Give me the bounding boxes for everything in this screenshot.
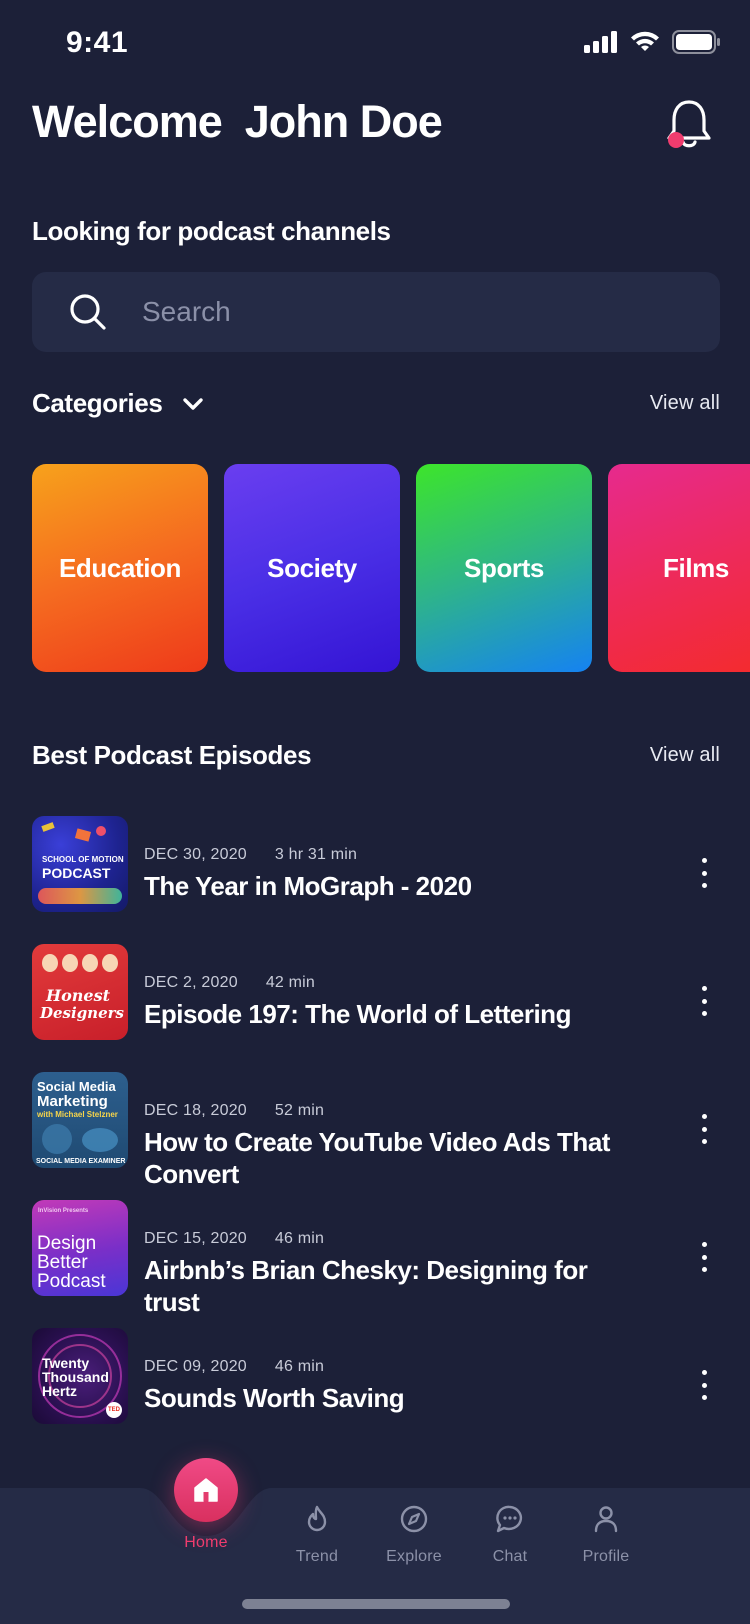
more-options-icon[interactable] bbox=[696, 858, 712, 888]
wifi-icon bbox=[631, 31, 659, 51]
flame-icon bbox=[307, 1505, 327, 1532]
category-card-society[interactable]: Society bbox=[224, 464, 400, 672]
signal-icon bbox=[584, 31, 617, 53]
category-card-education[interactable]: Education bbox=[32, 464, 208, 672]
episode-title: The Year in MoGraph - 2020 bbox=[144, 871, 472, 901]
episode-date: DEC 09, 2020 bbox=[144, 1358, 247, 1375]
episode-duration: 46 min bbox=[274, 1358, 325, 1375]
more-options-icon[interactable] bbox=[696, 1370, 712, 1400]
episode-thumbnail: Social Media Marketing with Michael Stel… bbox=[32, 1072, 128, 1168]
tab-trend[interactable]: Trend bbox=[272, 1504, 362, 1566]
episode-date: DEC 30, 2020 bbox=[144, 846, 247, 863]
notifications-button[interactable] bbox=[664, 98, 714, 152]
categories-header: Categories View all bbox=[32, 388, 720, 428]
status-icons bbox=[584, 30, 720, 54]
welcome-title: Welcome John Doe bbox=[32, 96, 443, 147]
header: Welcome John Doe bbox=[32, 92, 718, 162]
tab-explore-label: Explore bbox=[386, 1548, 442, 1565]
list-item[interactable]: Twenty Thousand Hertz TED DEC 09, 2020 4… bbox=[32, 1328, 722, 1424]
status-time: 9:41 bbox=[66, 26, 129, 59]
episode-duration: 46 min bbox=[274, 1230, 325, 1247]
list-item[interactable]: InVision Presents Design Better Podcast … bbox=[32, 1200, 722, 1318]
more-options-icon[interactable] bbox=[696, 1242, 712, 1272]
chat-icon bbox=[496, 1505, 523, 1533]
list-item[interactable]: SCHOOL OF MOTION PODCAST DEC 30, 2020 3 … bbox=[32, 816, 722, 912]
search-bar[interactable] bbox=[32, 272, 720, 352]
more-options-icon[interactable] bbox=[696, 986, 712, 1016]
episodes-title: Best Podcast Episodes bbox=[32, 740, 312, 770]
episode-duration: 52 min bbox=[274, 1102, 325, 1119]
tab-home-button[interactable] bbox=[174, 1458, 238, 1522]
episode-duration: 42 min bbox=[265, 974, 316, 991]
list-item[interactable]: Honest Designers DEC 2, 2020 42 min Epis… bbox=[32, 944, 722, 1040]
episode-title: Sounds Worth Saving bbox=[144, 1383, 405, 1413]
search-icon bbox=[70, 294, 106, 330]
episode-thumbnail: Honest Designers bbox=[32, 944, 128, 1040]
tab-profile[interactable]: Profile bbox=[561, 1504, 651, 1566]
episode-duration: 3 hr 31 min bbox=[274, 846, 358, 863]
list-item[interactable]: Social Media Marketing with Michael Stel… bbox=[32, 1072, 722, 1190]
home-indicator[interactable] bbox=[242, 1599, 510, 1609]
profile-icon bbox=[594, 1506, 618, 1533]
search-input[interactable] bbox=[142, 272, 682, 352]
episode-date: DEC 2, 2020 bbox=[144, 974, 238, 991]
notification-badge bbox=[668, 132, 684, 148]
battery-icon bbox=[672, 30, 720, 54]
episode-thumbnail: SCHOOL OF MOTION PODCAST bbox=[32, 816, 128, 912]
episode-title: Airbnb’s Brian Chesky: Designing for tru… bbox=[144, 1255, 588, 1317]
categories-title: Categories bbox=[32, 388, 163, 418]
status-bar: 9:41 bbox=[0, 0, 750, 92]
episodes-header: Best Podcast Episodes View all bbox=[32, 740, 720, 780]
categories-view-all-link[interactable]: View all bbox=[650, 392, 720, 415]
episode-thumbnail: Twenty Thousand Hertz TED bbox=[32, 1328, 128, 1424]
tab-home-label: Home bbox=[184, 1534, 228, 1551]
category-card-films[interactable]: Films bbox=[608, 464, 750, 672]
tab-chat[interactable]: Chat bbox=[465, 1504, 555, 1566]
chevron-down-icon bbox=[183, 397, 204, 410]
episode-thumbnail: InVision Presents Design Better Podcast bbox=[32, 1200, 128, 1296]
tab-home[interactable]: Home bbox=[161, 1534, 251, 1552]
tab-explore[interactable]: Explore bbox=[369, 1504, 459, 1566]
compass-icon bbox=[400, 1505, 428, 1533]
episode-title: How to Create YouTube Video Ads That Con… bbox=[144, 1127, 610, 1189]
tab-trend-label: Trend bbox=[295, 1548, 339, 1565]
episode-date: DEC 15, 2020 bbox=[144, 1230, 247, 1247]
categories-dropdown[interactable]: Categories bbox=[32, 388, 204, 419]
home-icon bbox=[194, 1478, 218, 1502]
more-options-icon[interactable] bbox=[696, 1114, 712, 1144]
episode-title: Episode 197: The World of Lettering bbox=[144, 999, 571, 1029]
tab-chat-label: Chat bbox=[492, 1548, 528, 1565]
category-card-sports[interactable]: Sports bbox=[416, 464, 592, 672]
section-subtitle: Looking for podcast channels bbox=[32, 216, 391, 246]
episode-date: DEC 18, 2020 bbox=[144, 1102, 247, 1119]
categories-carousel[interactable]: Education Society Sports Films bbox=[32, 464, 750, 672]
episodes-view-all-link[interactable]: View all bbox=[650, 744, 720, 767]
tab-profile-label: Profile bbox=[582, 1548, 630, 1565]
